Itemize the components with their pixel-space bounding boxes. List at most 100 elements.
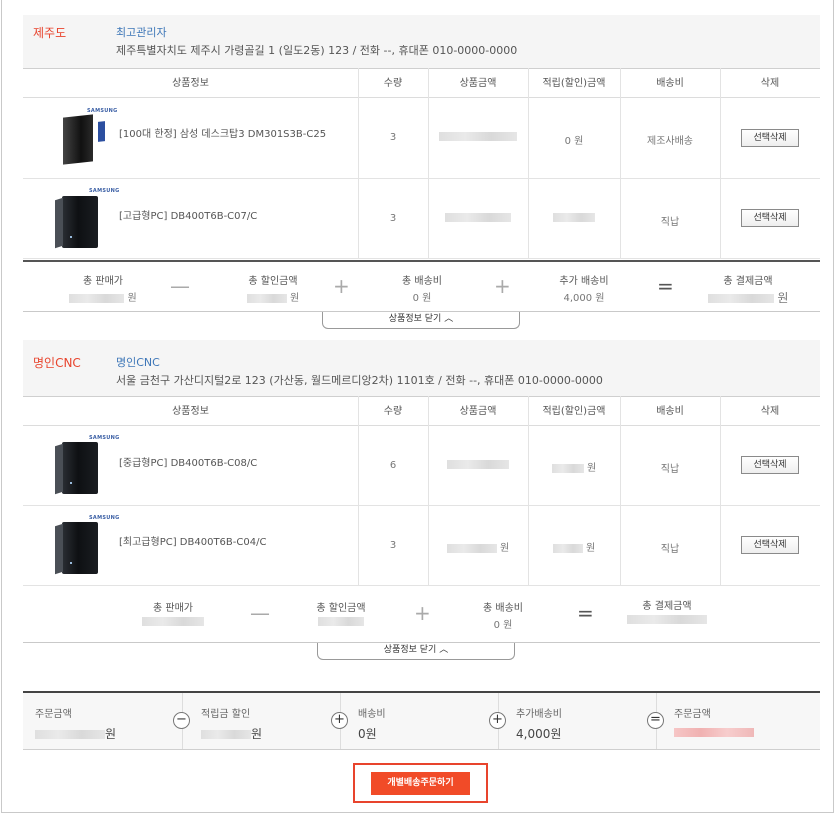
brand-logo: SAMSUNG: [89, 188, 120, 194]
price-value: [428, 212, 528, 223]
summary-discount: 총 할인금액: [281, 599, 401, 627]
summary-sale: 총 판매가: [113, 599, 233, 627]
equals-operator: =: [577, 601, 594, 625]
th-delete: 삭제: [760, 406, 780, 417]
summary-value: 원: [688, 289, 808, 306]
table-row: SAMSUNG [100대 한정] 삼성 데스크탑3 DM301S3B-C25 …: [23, 98, 820, 179]
shipping-value: 직납: [660, 464, 680, 475]
table-row: SAMSUNG [중급형PC] DB400T6B-C08/C 6 원 직납 선택…: [23, 426, 820, 506]
group-summary: 총 판매가 — 총 할인금액 + 총 배송비 0 원 = 총 결제금액: [23, 587, 820, 643]
point-value: 원: [528, 539, 620, 554]
grand-order-amount: 주문금액 원: [23, 693, 183, 749]
delivery-group-1: 제주도 최고관리자 제주특별자치도 제주시 가령골길 1 (일도2동) 123 …: [23, 0, 820, 335]
summary-shipping: 총 배송비 0 원: [362, 272, 482, 304]
summary-value: 원: [43, 289, 163, 304]
address-line: 서울 금천구 가산디지털2로 123 (가산동, 월드메르디앙2차) 1101호…: [116, 374, 603, 387]
th-point: 적립(할인)금액: [542, 78, 606, 89]
brand-logo: SAMSUNG: [89, 435, 120, 441]
summary-label: 총 판매가: [153, 603, 193, 614]
grand-value: 원: [201, 725, 262, 742]
minus-operator: —: [170, 274, 190, 298]
plus-operator: +: [414, 601, 431, 625]
summary-label: 총 할인금액: [248, 276, 298, 287]
grand-label: 주문금액: [35, 709, 72, 720]
grand-value: 0원: [358, 727, 377, 741]
th-shipping: 배송비: [656, 78, 684, 89]
th-qty: 수량: [383, 78, 403, 89]
equals-operator: =: [657, 274, 674, 298]
qty-value: 6: [389, 460, 397, 471]
delivery-group-2: 명인CNC 명인CNC 서울 금천구 가산디지털2로 123 (가산동, 월드메…: [23, 335, 820, 665]
summary-label: 총 결제금액: [642, 601, 692, 612]
summary-label: 총 배송비: [402, 276, 442, 287]
grand-point-discount: 적립금 할인 원: [183, 693, 340, 749]
summary-shipping: 총 배송비 0 원: [443, 599, 563, 631]
summary-label: 총 배송비: [483, 603, 523, 614]
table-header: 상품정보 수량 상품금액 적립(할인)금액 배송비 삭제: [23, 68, 820, 98]
product-name-link[interactable]: [최고급형PC] DB400T6B-C04/C: [119, 533, 266, 548]
address-line: 제주특별자치도 제주시 가령골길 1 (일도2동) 123 / 전화 --, 휴…: [116, 44, 518, 57]
product-thumbnail[interactable]: [63, 114, 105, 165]
summary-value: [113, 616, 233, 627]
product-name-link[interactable]: [중급형PC] DB400T6B-C08/C: [119, 454, 257, 469]
summary-total: 총 결제금액 원: [688, 272, 808, 306]
th-shipping: 배송비: [656, 406, 684, 417]
point-value: 0 원: [564, 136, 584, 147]
grand-extra-shipping: 추가배송비 4,000원: [498, 693, 656, 749]
shipping-value: 직납: [660, 544, 680, 555]
th-product: 상품정보: [172, 78, 209, 89]
grand-value: 4,000원: [516, 727, 562, 741]
grand-final-amount: 주문금액: [656, 693, 820, 749]
product-name-link[interactable]: [고급형PC] DB400T6B-C07/C: [119, 207, 257, 222]
qty-value: 3: [389, 540, 397, 551]
summary-value: [607, 614, 727, 625]
plus-operator: +: [494, 274, 511, 298]
grand-value: [674, 725, 754, 739]
summary-value: [281, 616, 401, 627]
recipient-name-link[interactable]: 명인CNC: [116, 354, 160, 370]
th-delete: 삭제: [760, 78, 780, 89]
recipient-name-link[interactable]: 최고관리자: [116, 24, 167, 40]
plus-operator: +: [333, 274, 350, 298]
th-qty: 수량: [383, 406, 403, 417]
summary-label: 총 결제금액: [723, 276, 773, 287]
price-value: [428, 459, 528, 470]
box-label: [98, 121, 105, 142]
group-summary: 총 판매가 원 — 총 할인금액 원 + 총 배송비 0 원 + 추가 배송비 …: [23, 260, 820, 312]
order-button-highlight: 개별배송주문하기: [353, 763, 488, 803]
grand-label: 추가배송비: [516, 709, 562, 720]
delete-selected-button[interactable]: 선택삭제: [741, 536, 799, 554]
address-header: 명인CNC 명인CNC 서울 금천구 가산디지털2로 123 (가산동, 월드메…: [23, 340, 820, 396]
summary-discount: 총 할인금액 원: [213, 272, 333, 304]
table-header: 상품정보 수량 상품금액 적립(할인)금액 배송비 삭제: [23, 396, 820, 426]
summary-label: 총 할인금액: [316, 603, 366, 614]
address-header: 제주도 최고관리자 제주특별자치도 제주시 가령골길 1 (일도2동) 123 …: [23, 15, 820, 68]
collapse-products-button[interactable]: 상품정보 닫기 ︿: [322, 312, 520, 329]
summary-extra-shipping: 추가 배송비 4,000 원: [524, 272, 644, 304]
summary-value: 0 원: [412, 293, 432, 304]
individual-shipping-order-button[interactable]: 개별배송주문하기: [371, 772, 470, 795]
summary-sale: 총 판매가 원: [43, 272, 163, 304]
delete-selected-button[interactable]: 선택삭제: [741, 209, 799, 227]
collapse-products-button[interactable]: 상품정보 닫기 ︿: [317, 643, 515, 660]
price-value: 원: [428, 539, 528, 554]
product-thumbnail[interactable]: [55, 442, 98, 495]
product-name-link[interactable]: [100대 한정] 삼성 데스크탑3 DM301S3B-C25: [119, 125, 326, 140]
product-thumbnail[interactable]: [55, 196, 98, 249]
price-value: [428, 131, 528, 142]
summary-value: 4,000 원: [563, 293, 605, 304]
region-label: 명인CNC: [33, 356, 81, 370]
grand-label: 주문금액: [674, 709, 711, 720]
shipping-value: 제조사배송: [647, 136, 693, 147]
table-row: SAMSUNG [고급형PC] DB400T6B-C07/C 3 직납 선택삭제: [23, 179, 820, 259]
product-thumbnail[interactable]: [55, 522, 98, 575]
delete-selected-button[interactable]: 선택삭제: [741, 129, 799, 147]
th-price: 상품금액: [459, 78, 497, 89]
grand-value: 원: [35, 725, 116, 742]
brand-logo: SAMSUNG: [89, 515, 120, 521]
summary-label: 추가 배송비: [559, 276, 609, 287]
shipping-value: 직납: [660, 217, 680, 228]
delete-selected-button[interactable]: 선택삭제: [741, 456, 799, 474]
th-product: 상품정보: [172, 406, 209, 417]
minus-operator: —: [250, 601, 270, 625]
